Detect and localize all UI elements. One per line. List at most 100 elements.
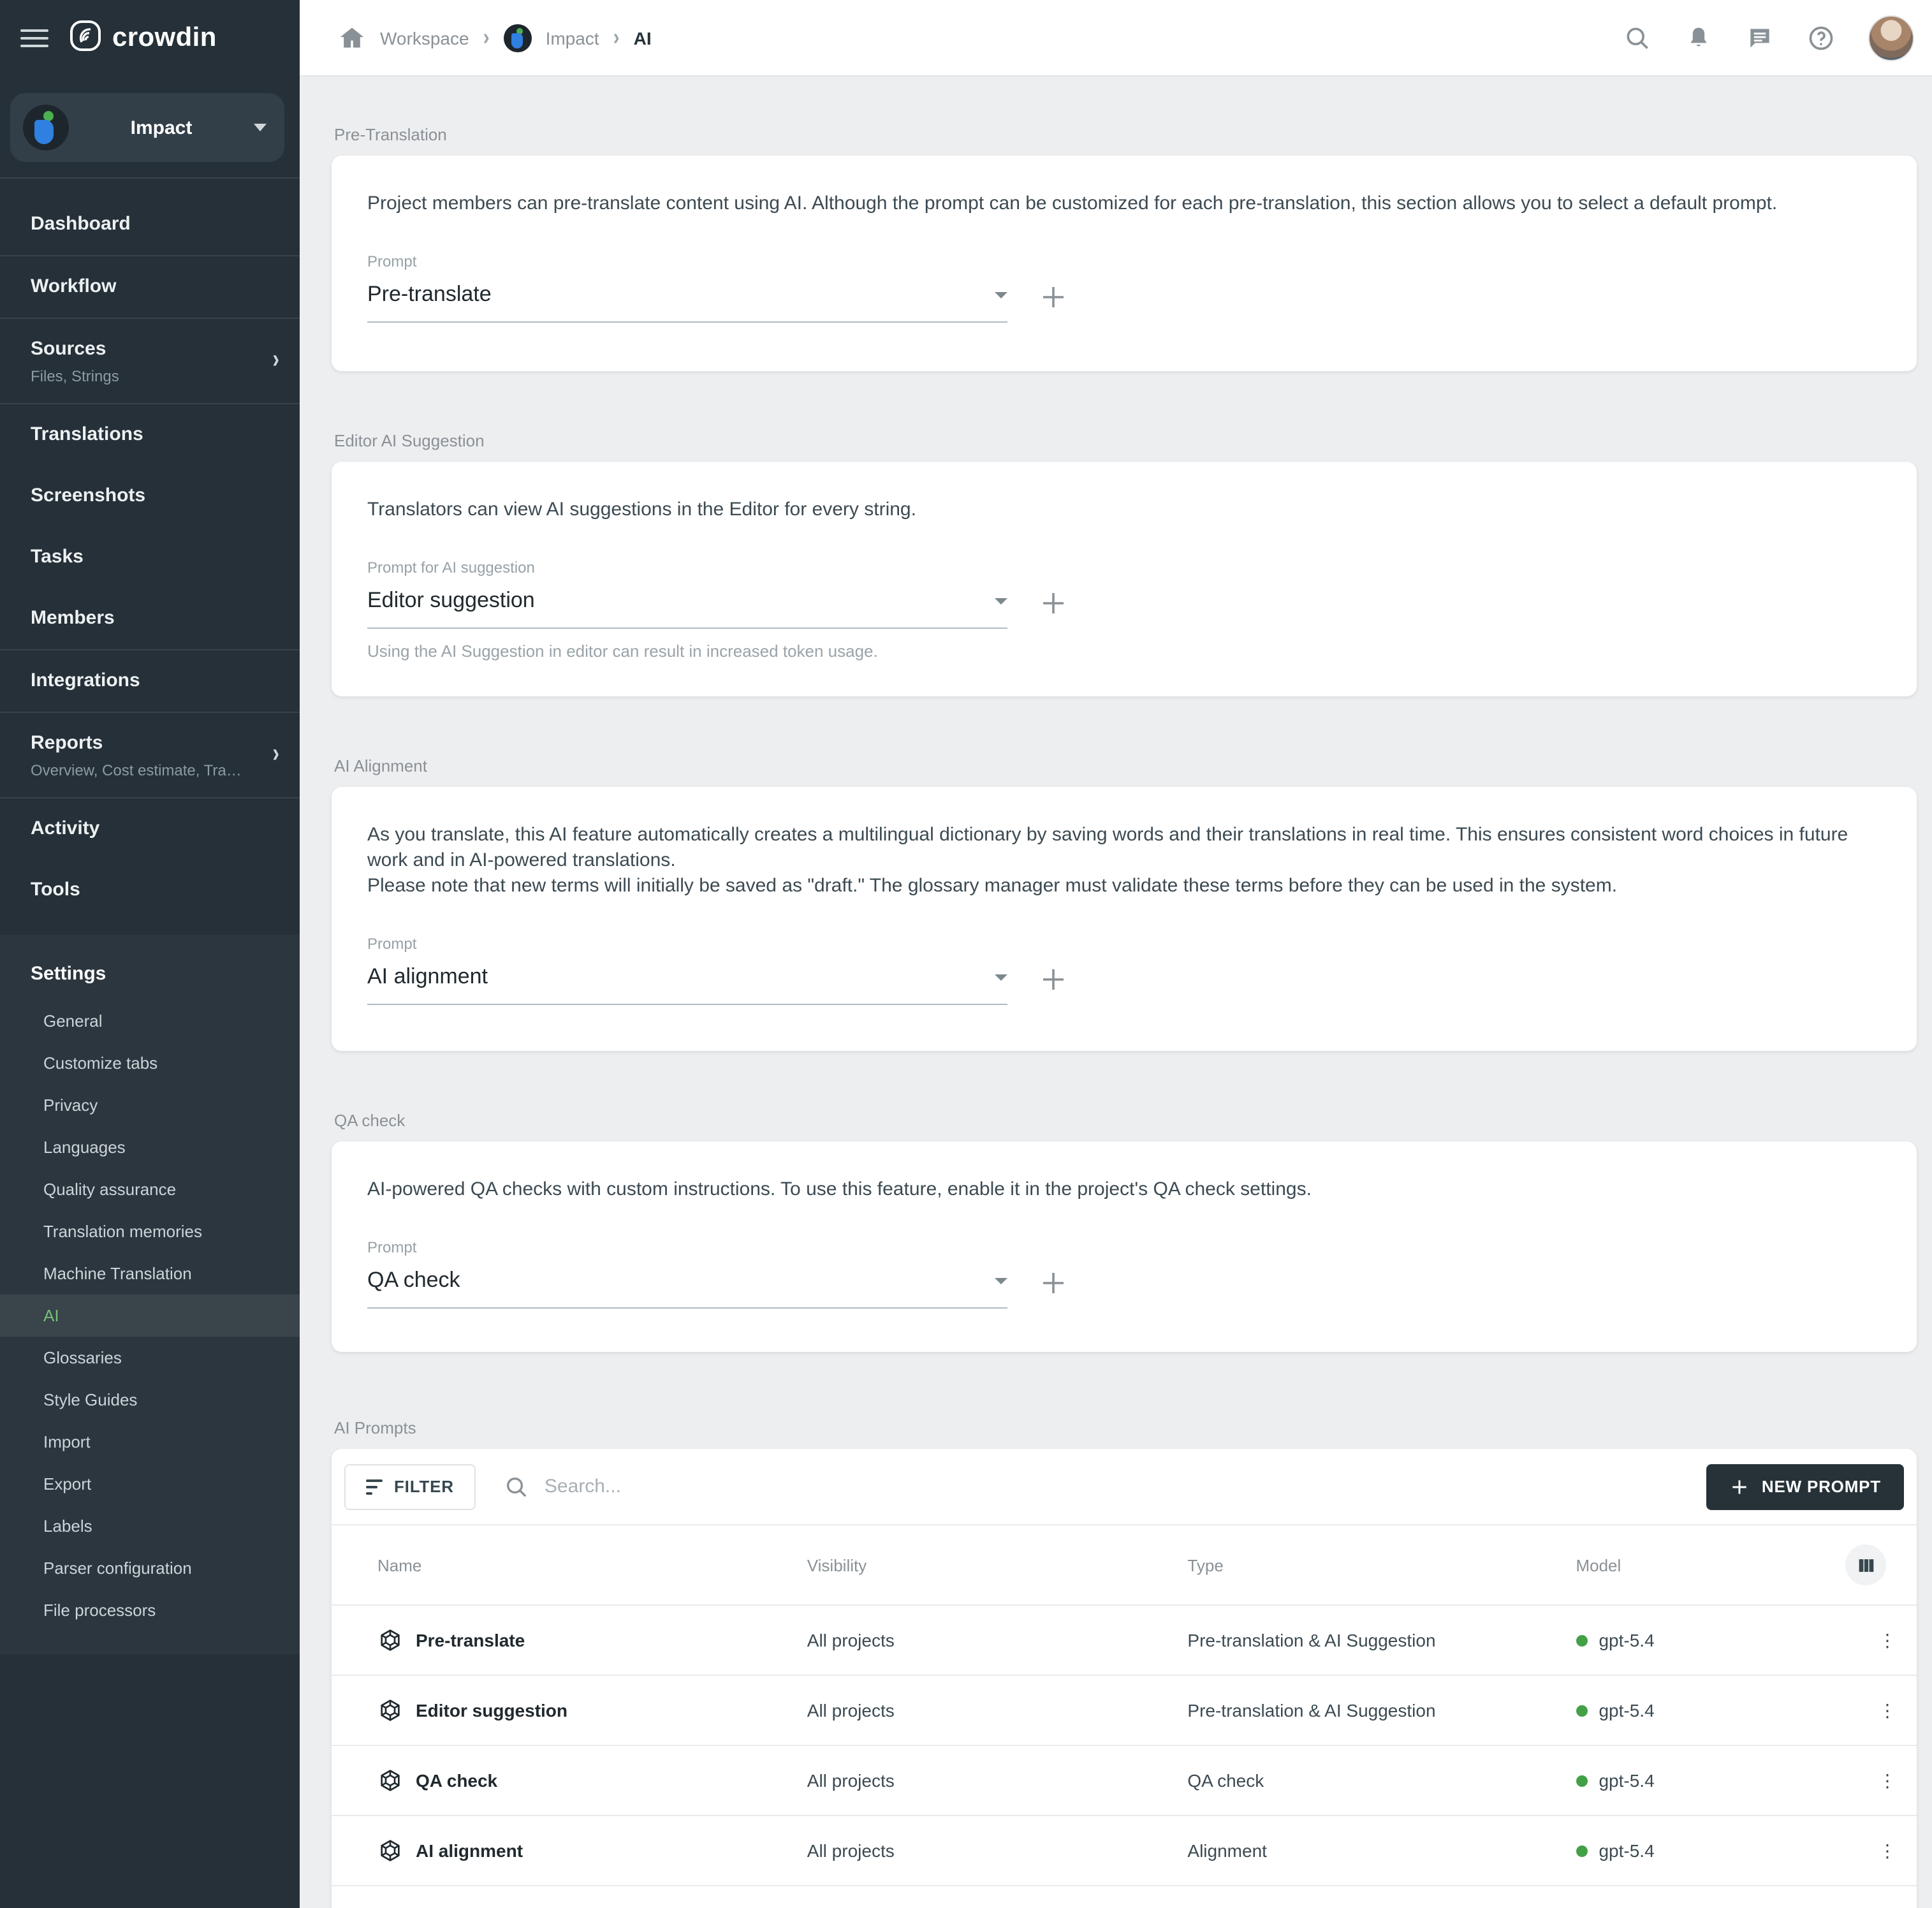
settings-nav-item[interactable]: AI	[0, 1295, 300, 1337]
prompt-select-value: AI alignment	[367, 964, 995, 990]
sidebar-item-label: Reports	[31, 732, 103, 754]
prompt-name: Editor suggestion	[416, 1700, 567, 1721]
column-header-name[interactable]: Name	[332, 1525, 807, 1605]
user-avatar[interactable]	[1868, 15, 1914, 61]
breadcrumb-workspace[interactable]: Workspace	[380, 27, 469, 48]
search-input[interactable]	[542, 1474, 1707, 1499]
sidebar-item[interactable]: Screenshots	[0, 466, 300, 527]
prompt-select[interactable]: Editor suggestion	[367, 583, 1007, 629]
plus-icon	[1730, 1476, 1750, 1497]
prompt-select[interactable]: AI alignment	[367, 959, 1007, 1005]
settings-nav-item[interactable]: Privacy	[0, 1084, 300, 1126]
qa-check-card: AI-powered QA checks with custom instruc…	[332, 1141, 1917, 1352]
openai-icon	[377, 1838, 403, 1863]
crowdin-logo-icon	[69, 18, 102, 58]
add-prompt-icon[interactable]	[1038, 282, 1069, 312]
settings-nav-item[interactable]: Quality assurance	[0, 1168, 300, 1210]
add-prompt-icon[interactable]	[1038, 588, 1069, 619]
sidebar-item[interactable]: Workflow	[0, 256, 300, 318]
notifications-icon[interactable]	[1685, 24, 1713, 52]
sidebar-item[interactable]: Sources Files, Strings ›	[0, 319, 300, 403]
last-page-icon[interactable]	[511, 1904, 539, 1908]
table-row[interactable]: QA check All projects QA check gpt-5.4	[332, 1745, 1917, 1816]
pre-translation-prompt-field: Prompt Pre-translate	[367, 253, 1007, 323]
home-icon[interactable]	[338, 24, 366, 52]
pre-translation-description: Project members can pre-translate conten…	[367, 191, 1881, 217]
prompt-select[interactable]: Pre-translate	[367, 277, 1007, 323]
ai-prompts-card: FILTER NEW PROMPT Name Visibility Type	[332, 1449, 1917, 1908]
settings-nav-item[interactable]: General	[0, 1000, 300, 1042]
sidebar-item[interactable]: Integrations	[0, 650, 300, 712]
top-bar: Workspace › Impact › AI	[300, 0, 1932, 77]
prompt-select[interactable]: QA check	[367, 1263, 1007, 1309]
prompt-select-value: Pre-translate	[367, 282, 995, 307]
settings-nav-item[interactable]: Parser configuration	[0, 1547, 300, 1589]
column-header-type[interactable]: Type	[1187, 1525, 1576, 1605]
prompt-visibility: All projects	[807, 1605, 1188, 1675]
settings-nav-item-label: AI	[43, 1306, 59, 1325]
settings-nav-item[interactable]: Import	[0, 1421, 300, 1463]
settings-nav-item[interactable]: Export	[0, 1463, 300, 1505]
settings-nav-item[interactable]: Style Guides	[0, 1379, 300, 1421]
row-menu-icon[interactable]: ⋮	[1845, 1605, 1917, 1675]
prompt-visibility: All projects	[807, 1745, 1188, 1816]
search-icon[interactable]	[1623, 24, 1651, 52]
prompt-type: Pre-translation & AI Suggestion	[1187, 1605, 1576, 1675]
table-row[interactable]: Editor suggestion All projects Pre-trans…	[332, 1675, 1917, 1745]
prompts-table-body: Pre-translate All projects Pre-translati…	[332, 1605, 1917, 1886]
table-row[interactable]: AI alignment All projects Alignment gpt-…	[332, 1816, 1917, 1886]
editor-suggestion-helper: Using the AI Suggestion in editor can re…	[367, 642, 1881, 661]
model-status-dot	[1576, 1845, 1587, 1856]
breadcrumb-project[interactable]: Impact	[546, 27, 599, 48]
project-selector[interactable]: Impact	[10, 93, 284, 162]
row-menu-icon[interactable]: ⋮	[1845, 1675, 1917, 1745]
settings-nav-item[interactable]: Glossaries	[0, 1337, 300, 1379]
crowdin-logo[interactable]: crowdin	[69, 18, 217, 58]
row-menu-icon[interactable]: ⋮	[1845, 1745, 1917, 1816]
settings-nav-item[interactable]: Machine Translation	[0, 1252, 300, 1295]
next-page-icon[interactable]	[464, 1904, 492, 1908]
select-caret-icon	[995, 291, 1007, 298]
pagination: Rows per page: 25 1-4 of 4	[332, 1886, 1917, 1908]
select-caret-icon	[995, 1277, 1007, 1284]
sidebar-item[interactable]: Tasks	[0, 527, 300, 588]
column-header-model[interactable]: Model	[1576, 1525, 1845, 1605]
section-label-ai-alignment: AI Alignment	[334, 756, 1917, 775]
new-prompt-button[interactable]: NEW PROMPT	[1707, 1464, 1904, 1509]
sidebar-item[interactable]: Members	[0, 588, 300, 649]
sidebar-item[interactable]: Activity	[0, 798, 300, 860]
settings-nav-item[interactable]: Labels	[0, 1505, 300, 1547]
settings-nav-item-label: General	[43, 1011, 103, 1031]
chevron-right-icon: ›	[272, 346, 279, 376]
first-page-icon[interactable]	[370, 1904, 398, 1908]
column-header-visibility[interactable]: Visibility	[807, 1525, 1188, 1605]
add-prompt-icon[interactable]	[1038, 964, 1069, 995]
column-settings-icon[interactable]	[1845, 1545, 1886, 1585]
prompt-field-label: Prompt	[367, 1238, 1007, 1256]
settings-nav-item[interactable]: Translation memories	[0, 1210, 300, 1252]
table-row[interactable]: Pre-translate All projects Pre-translati…	[332, 1605, 1917, 1675]
prompt-model: gpt-5.4	[1599, 1840, 1654, 1861]
prompt-model: gpt-5.4	[1599, 1630, 1654, 1650]
settings-nav-item-label: Customize tabs	[43, 1053, 157, 1073]
breadcrumb-chevron-icon: ›	[483, 25, 490, 51]
menu-icon[interactable]	[20, 29, 48, 47]
settings-nav-item[interactable]: File processors	[0, 1589, 300, 1631]
settings-section-title: Settings	[0, 953, 300, 1000]
messages-icon[interactable]	[1746, 24, 1774, 52]
previous-page-icon[interactable]	[417, 1904, 445, 1908]
sidebar-item[interactable]: Dashboard	[0, 194, 300, 255]
sidebar-item-label: Workflow	[31, 275, 116, 297]
settings-nav-item[interactable]: Customize tabs	[0, 1042, 300, 1084]
help-icon[interactable]	[1807, 24, 1835, 52]
add-prompt-icon[interactable]	[1038, 1268, 1069, 1298]
sidebar-item[interactable]: Translations	[0, 404, 300, 466]
sidebar-item-label: Dashboard	[31, 213, 131, 235]
settings-nav-item[interactable]: Languages	[0, 1126, 300, 1168]
sidebar-item[interactable]: Tools	[0, 860, 300, 921]
row-menu-icon[interactable]: ⋮	[1845, 1816, 1917, 1886]
prompt-model: gpt-5.4	[1599, 1770, 1654, 1791]
section-label-ai-prompts: AI Prompts	[334, 1418, 1917, 1437]
filter-button[interactable]: FILTER	[344, 1464, 476, 1509]
sidebar-item[interactable]: Reports Overview, Cost estimate, Transl……	[0, 713, 300, 797]
